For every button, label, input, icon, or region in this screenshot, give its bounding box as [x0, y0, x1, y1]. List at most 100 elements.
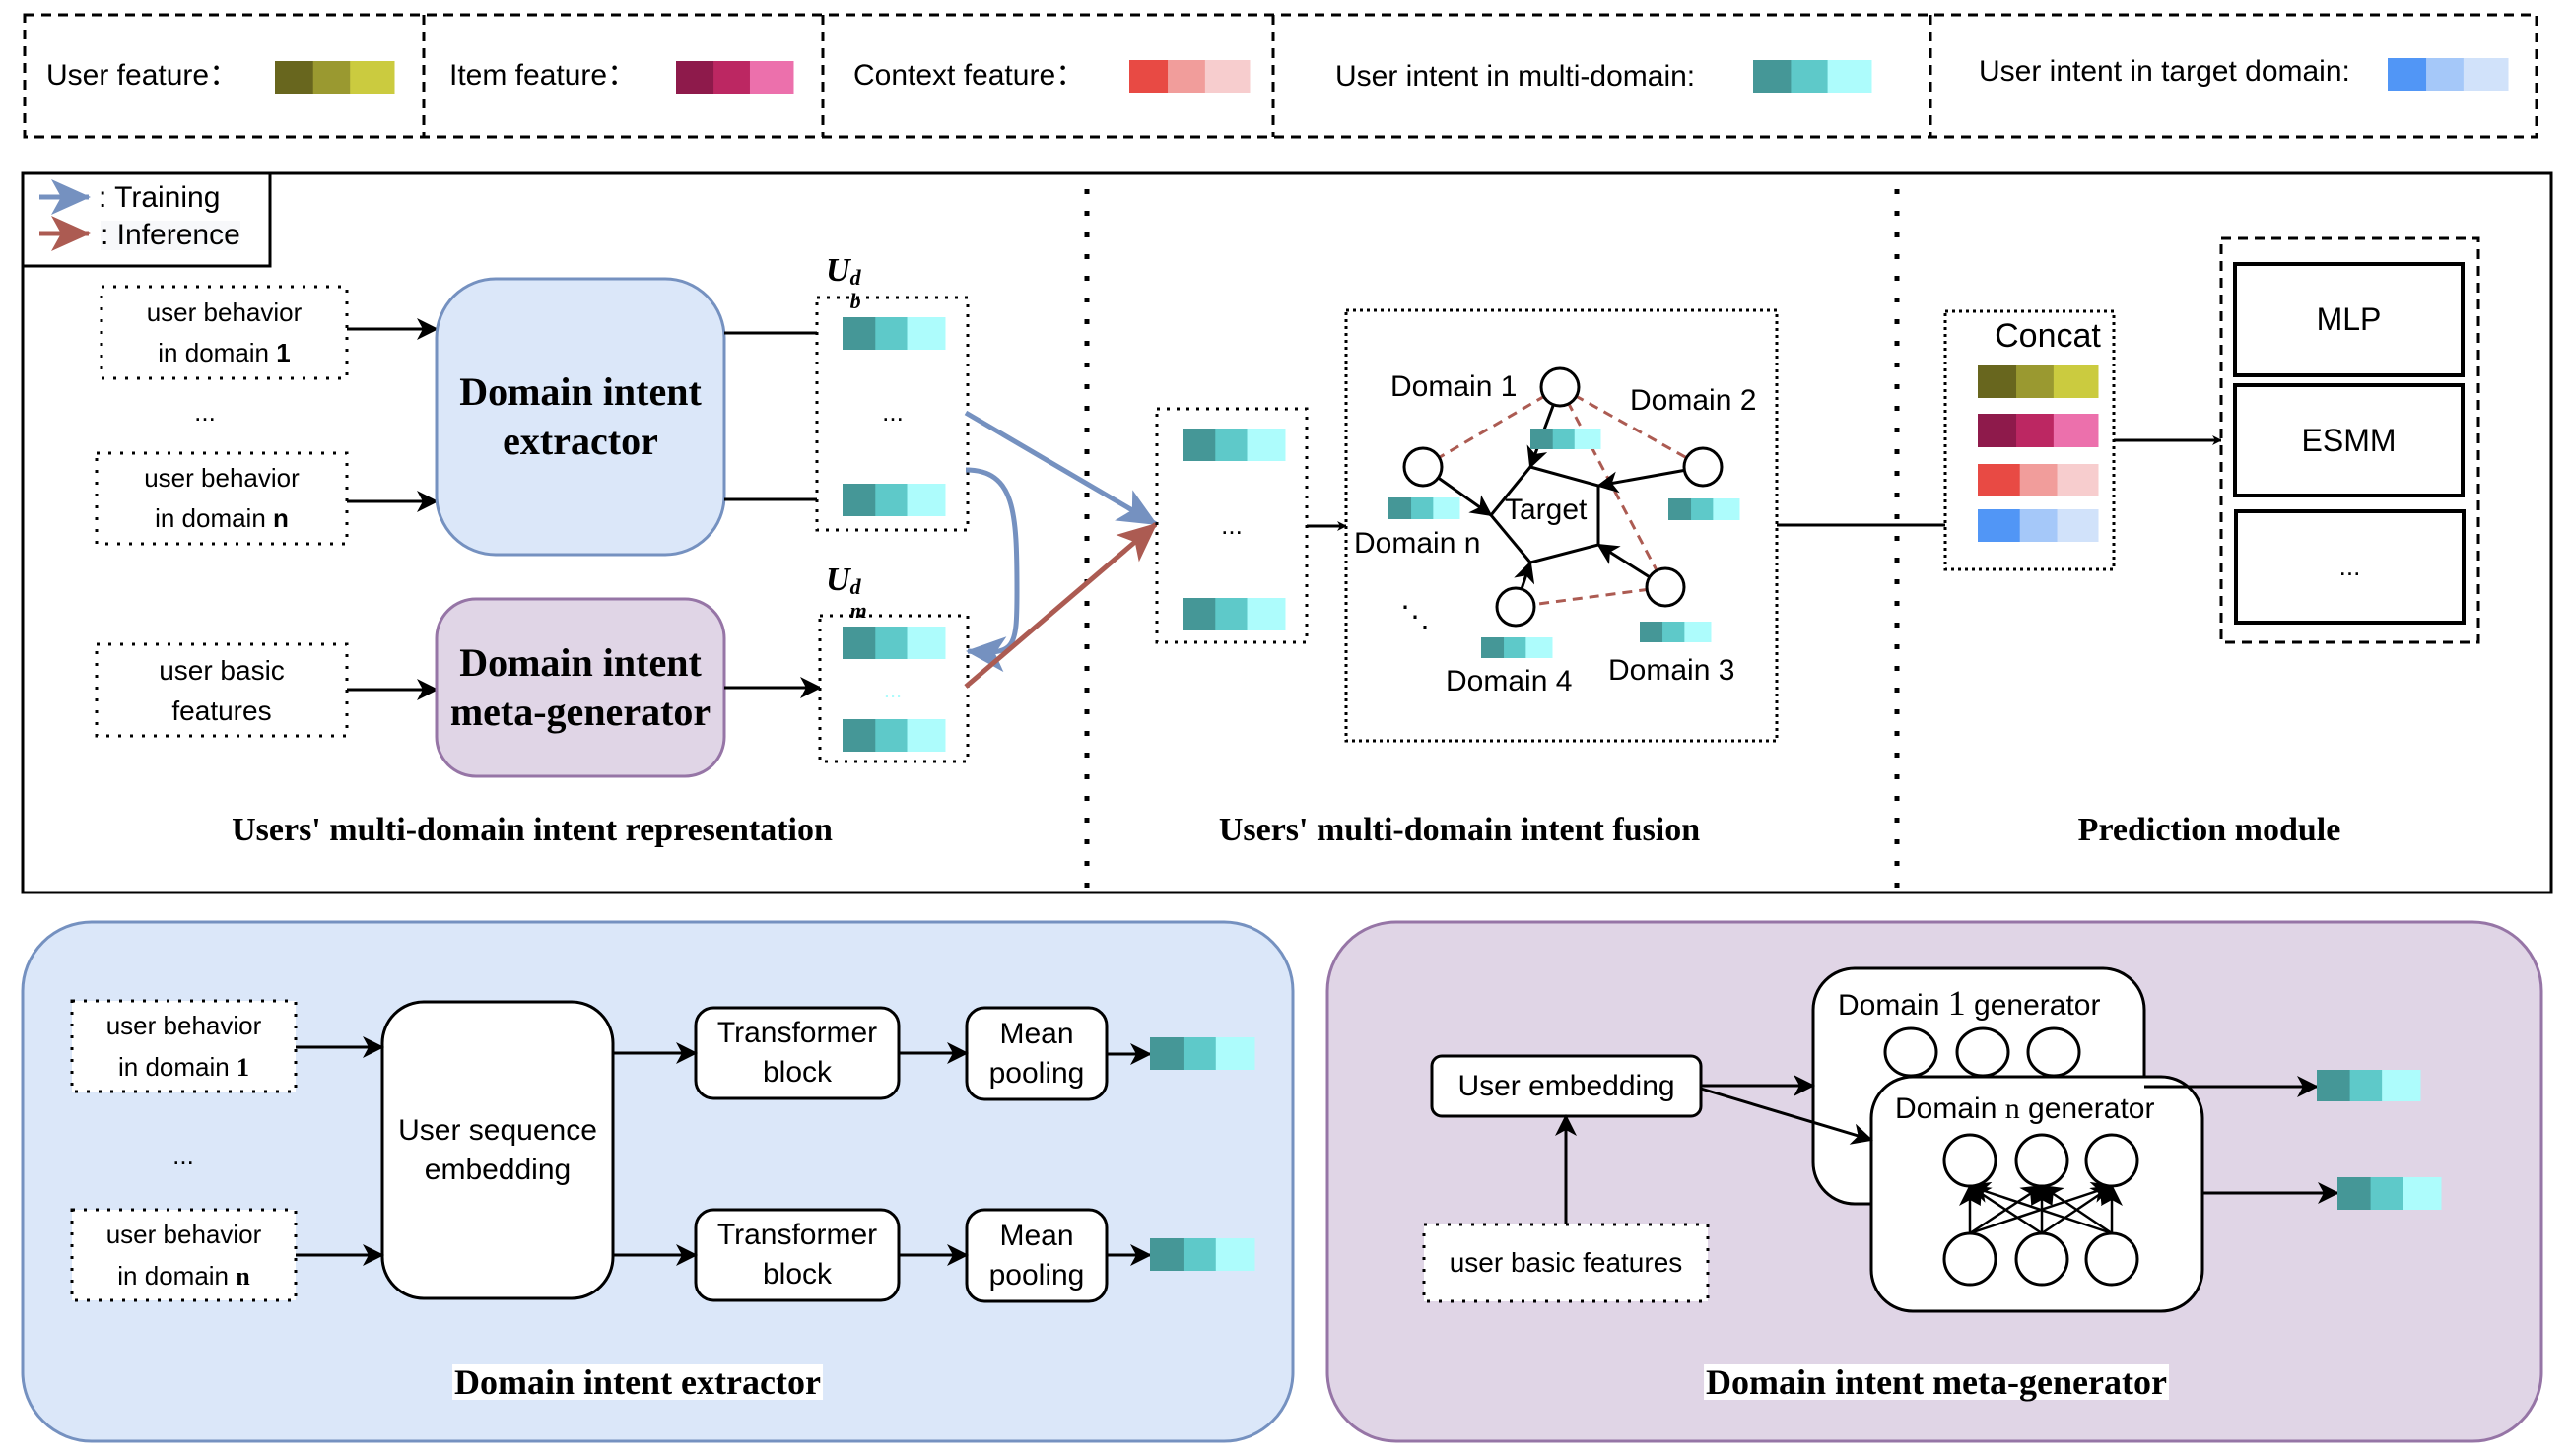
- um-sub: m: [849, 598, 867, 623]
- transformer-block-1[interactable]: Transformer block: [696, 1008, 899, 1098]
- gen-n-output-neuron: [2084, 1133, 2139, 1188]
- pooling-1-line2: pooling: [988, 1056, 1085, 1090]
- domain-node-d1[interactable]: [1539, 366, 1581, 408]
- domain-n-vector-cell: [1388, 497, 1412, 519]
- extractor-panel-title: Domain intent extractor: [452, 1362, 823, 1402]
- legend-inference-label: : Inference: [101, 219, 240, 251]
- user-feature-swatch-cell: [275, 61, 314, 94]
- model-mlp[interactable]: MLP: [2235, 264, 2463, 375]
- node-label-domain-3[interactable]: Domain 3: [1608, 656, 1734, 686]
- node-label-domain-4[interactable]: Domain 4: [1446, 667, 1572, 696]
- fusion-vector-n-cell: [1215, 598, 1249, 630]
- user-feature-swatch: [275, 61, 395, 94]
- concat-context-feature-cell: [1978, 464, 2021, 496]
- ext-output-vector-1-cell: [1150, 1037, 1184, 1070]
- mean-pooling-n[interactable]: Mean pooling: [967, 1210, 1107, 1301]
- fusion-vector-n-cell: [1247, 598, 1286, 630]
- domain-1-vector: [1530, 429, 1601, 449]
- ext-behavior-n-prefix: in domain: [117, 1260, 237, 1291]
- ub-vector-n-cell: [907, 484, 946, 516]
- extractor-box[interactable]: Domain intent extractor: [437, 279, 724, 555]
- gen-output-vector-1-cell: [2349, 1070, 2383, 1101]
- intent-target-swatch: [2388, 58, 2509, 91]
- ext-seq-embedding[interactable]: User sequence embedding: [382, 1002, 613, 1298]
- context-feature-swatch: [1129, 60, 1251, 93]
- ub-sup: d: [849, 265, 861, 290]
- concat-label: Concat: [1995, 317, 2101, 355]
- domain-3-vector: [1640, 622, 1712, 642]
- gen-1-neuron: [1883, 1026, 1938, 1078]
- behavior-n-index: n: [273, 503, 289, 533]
- node-label-domain-n[interactable]: Domain n: [1354, 529, 1480, 559]
- metagen-box[interactable]: Domain intent meta-generator: [437, 599, 724, 776]
- gen-output-vector-n: [2337, 1177, 2442, 1210]
- ub-vector-1-cell: [843, 317, 876, 350]
- seq-embedding-line2: embedding: [424, 1153, 572, 1186]
- ub-sub: b: [849, 289, 861, 313]
- domain-node-d3[interactable]: [1645, 566, 1686, 608]
- legend-intent-target-label: User intent in target domain:: [1979, 55, 2350, 88]
- concat-user-feature-cell: [2053, 365, 2099, 398]
- gen-n-input-neuron: [2014, 1231, 2069, 1287]
- transformer-block-n[interactable]: Transformer block: [696, 1210, 899, 1300]
- domain-4-vector: [1481, 637, 1553, 658]
- user-embedding[interactable]: User embedding: [1432, 1056, 1701, 1116]
- ext-behavior-n-line2: in domain n: [117, 1255, 249, 1297]
- concat-context-feature: [1978, 464, 2099, 496]
- domain-node-dn[interactable]: [1402, 446, 1444, 488]
- node-label-domain-2[interactable]: Domain 2: [1630, 386, 1756, 416]
- legend-user-feature-label: User feature：: [46, 59, 239, 92]
- fusion-title: Users' multi-domain intent fusion: [1218, 812, 1701, 848]
- concat-target-intent-cell: [2057, 509, 2099, 542]
- ub-vector-1: [843, 317, 946, 350]
- behavior-box-1: user behavior in domain 1: [102, 287, 347, 378]
- behavior-1-prefix: in domain: [158, 337, 277, 367]
- ext-output-vector-n: [1150, 1238, 1255, 1271]
- concat-user-feature-cell: [2016, 365, 2055, 398]
- transformer-1-line1: Transformer: [716, 1017, 878, 1049]
- training-arrow-ub-to-um: [965, 467, 1020, 673]
- item-feature-swatch-cell: [676, 61, 714, 94]
- domain-3-vector-cell: [1640, 622, 1663, 642]
- prediction-title: Prediction module: [2077, 812, 2341, 848]
- ext-behavior-1-prefix: in domain: [118, 1051, 237, 1082]
- concat-user-feature-cell: [1978, 365, 2017, 398]
- um-base: U: [826, 562, 850, 598]
- domain-node-d4[interactable]: [1495, 586, 1536, 628]
- intent-multi-swatch-cell: [1791, 60, 1829, 93]
- fusion-vector-1: [1183, 429, 1286, 461]
- domain-2-vector: [1668, 498, 1740, 520]
- um-vector-1-cell: [907, 627, 946, 659]
- node-label-target[interactable]: Target: [1505, 496, 1587, 525]
- ub-vector-n: [843, 484, 946, 516]
- gen-output-vector-n-cell: [2337, 1177, 2372, 1210]
- domain-2-vector-cell: [1668, 498, 1692, 520]
- gen-output-vector-1: [2317, 1070, 2421, 1101]
- model-esmm[interactable]: ESMM: [2235, 385, 2463, 496]
- domain-node-d2[interactable]: [1682, 446, 1724, 488]
- metagen-line1: Domain intent: [459, 640, 702, 685]
- domain-4-vector-cell: [1525, 637, 1553, 658]
- model-more[interactable]: ...: [2236, 511, 2464, 623]
- transformer-n-line1: Transformer: [716, 1219, 878, 1251]
- gen-output-vector-1-cell: [2317, 1070, 2351, 1101]
- intent-target-swatch-cell: [2426, 58, 2465, 91]
- concat-item-feature-cell: [2016, 414, 2055, 447]
- item-feature-swatch: [676, 61, 794, 94]
- metagen-panel-title: Domain intent meta-generator: [1704, 1362, 2169, 1402]
- ext-behavior-ellipsis: ...: [172, 1141, 194, 1170]
- item-feature-swatch-cell: [749, 61, 794, 94]
- transformer-n-line2: block: [762, 1258, 833, 1291]
- mean-pooling-1[interactable]: Mean pooling: [967, 1008, 1107, 1099]
- intent-target-swatch-cell: [2463, 58, 2509, 91]
- node-label-domain-1[interactable]: Domain 1: [1390, 372, 1517, 402]
- concat-item-feature-cell: [1978, 414, 2017, 447]
- generator-n-label[interactable]: Domain n generator: [1895, 1094, 2154, 1124]
- um-vector-1: [843, 627, 946, 659]
- item-feature-swatch-cell: [713, 61, 751, 94]
- ub-label: Udb: [826, 254, 866, 312]
- domain-1-vector-cell: [1530, 429, 1554, 449]
- domain-1-vector-cell: [1552, 429, 1576, 449]
- generator-1-label[interactable]: Domain 1 generator: [1838, 985, 2100, 1021]
- context-feature-swatch-cell: [1204, 60, 1251, 93]
